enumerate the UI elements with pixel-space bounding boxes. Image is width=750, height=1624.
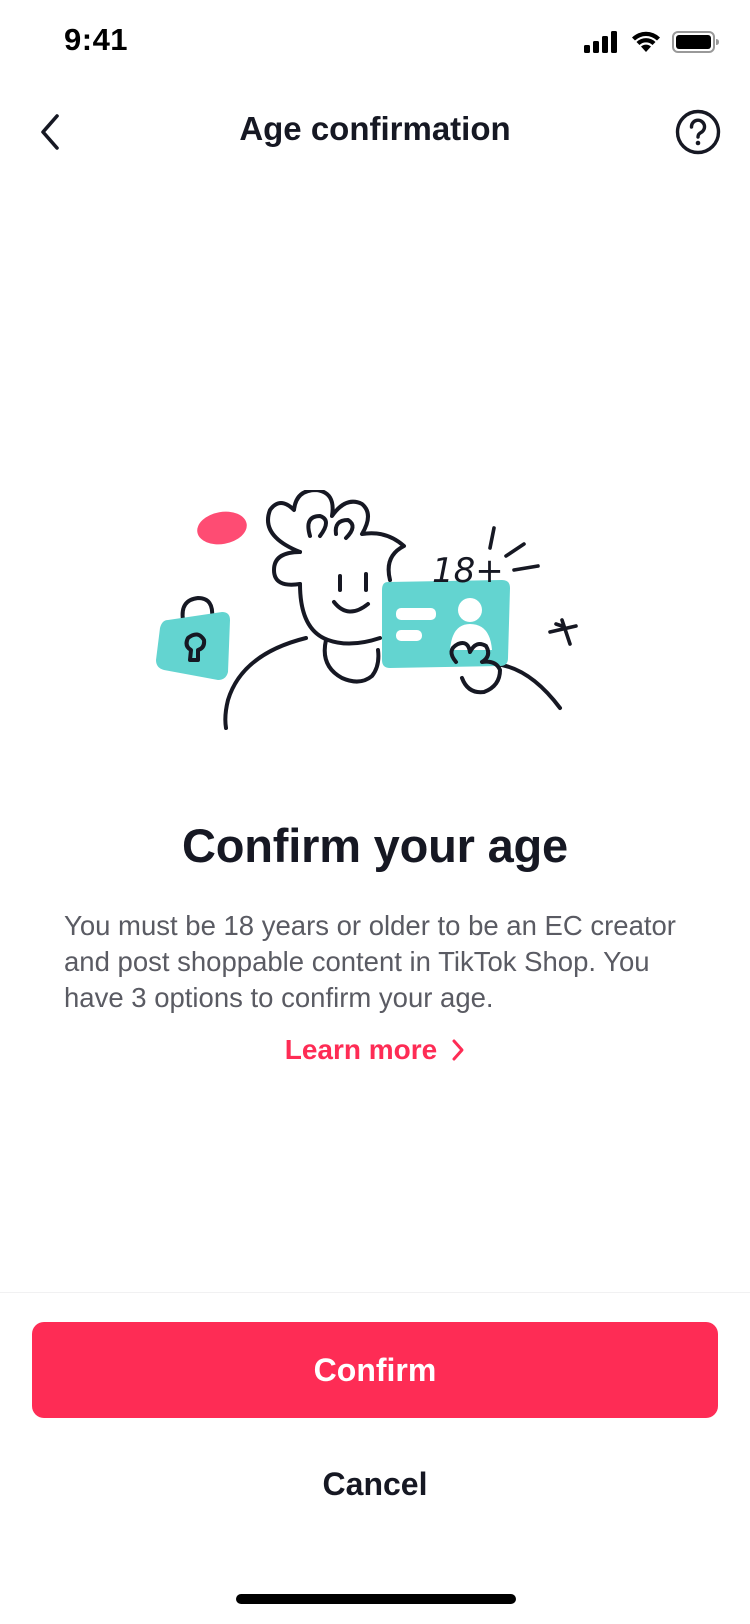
- id-card-icon: [382, 580, 510, 695]
- help-button[interactable]: [672, 106, 724, 158]
- battery-icon: [672, 31, 719, 53]
- red-blob-shape: [197, 511, 247, 545]
- age-verification-illustration: 18+: [156, 490, 578, 730]
- learn-more-link[interactable]: Learn more: [0, 1034, 750, 1066]
- chevron-right-icon: [452, 1039, 464, 1061]
- bottom-divider: [0, 1292, 750, 1293]
- age-requirement-description: You must be 18 years or older to be an E…: [64, 910, 676, 1013]
- wifi-icon: [632, 31, 660, 52]
- navigation-bar: Age confirmation: [0, 88, 750, 176]
- question-circle-icon: [675, 109, 721, 155]
- home-indicator[interactable]: [236, 1594, 516, 1604]
- padlock-icon: [156, 595, 230, 680]
- page-title: Age confirmation: [239, 110, 511, 147]
- confirm-age-heading: Confirm your age: [182, 819, 568, 872]
- learn-more-label: Learn more: [284, 1034, 438, 1065]
- status-icons: [584, 30, 720, 54]
- status-bar: 9:41: [0, 0, 750, 88]
- cellular-signal-icon: [584, 31, 617, 53]
- cancel-button[interactable]: Cancel: [32, 1436, 718, 1532]
- confirm-button[interactable]: Confirm: [32, 1322, 718, 1418]
- status-time: 9:41: [64, 22, 129, 57]
- id-age-label: 18+: [432, 551, 504, 591]
